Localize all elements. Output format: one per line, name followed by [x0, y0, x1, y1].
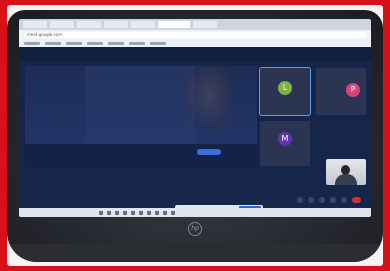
os-taskbar	[19, 208, 371, 217]
end-call-icon[interactable]	[352, 197, 361, 203]
participant-tile[interactable]: L	[260, 68, 310, 115]
participant-tile[interactable]: M	[260, 121, 310, 166]
word-icon[interactable]	[155, 210, 159, 215]
self-video-tile[interactable]	[326, 159, 366, 185]
start-icon[interactable]	[99, 210, 103, 215]
browser-tab-strip	[19, 19, 371, 30]
participant-tile[interactable]: P	[316, 68, 366, 115]
participant-avatar: M	[278, 132, 292, 146]
participant-avatar: L	[278, 81, 292, 95]
bookmark-item[interactable]	[108, 41, 124, 45]
bookmark-item[interactable]	[66, 41, 82, 45]
meeting-header	[19, 47, 371, 61]
mic-icon[interactable]	[297, 197, 303, 203]
laptop: meet.google.com L P M hp	[7, 10, 383, 262]
browser-tab[interactable]	[50, 21, 74, 28]
search-icon[interactable]	[107, 210, 111, 215]
laptop-screen: meet.google.com L P M	[19, 19, 371, 217]
screen-reflection	[179, 67, 239, 137]
url-input[interactable]: meet.google.com	[24, 31, 366, 38]
participant-avatar: P	[346, 83, 360, 97]
edge-icon[interactable]	[123, 210, 127, 215]
bookmark-item[interactable]	[45, 41, 61, 45]
camera-icon[interactable]	[308, 197, 314, 203]
explorer-icon[interactable]	[131, 210, 135, 215]
app-icon[interactable]	[171, 210, 175, 215]
more-icon[interactable]	[341, 197, 347, 203]
browser-tab[interactable]	[131, 21, 155, 28]
bookmark-item[interactable]	[87, 41, 103, 45]
teams-icon[interactable]	[163, 210, 167, 215]
browser-tab[interactable]	[104, 21, 128, 28]
person-shoulders	[335, 174, 357, 185]
info-banner	[25, 144, 257, 167]
banner-button[interactable]	[197, 149, 221, 155]
laptop-logo: hp	[188, 222, 202, 236]
browser-tab[interactable]	[77, 21, 101, 28]
store-icon[interactable]	[139, 210, 143, 215]
laptop-keyboard-deck	[7, 244, 383, 262]
browser-tab[interactable]	[23, 21, 47, 28]
bookmark-item[interactable]	[24, 41, 40, 45]
bookmark-item[interactable]	[129, 41, 145, 45]
captions-icon[interactable]	[319, 197, 325, 203]
address-bar: meet.google.com	[19, 30, 371, 39]
browser-tab-active[interactable]	[158, 21, 190, 28]
task-view-icon[interactable]	[115, 210, 119, 215]
bookmark-item[interactable]	[150, 41, 166, 45]
browser-tab[interactable]	[193, 21, 217, 28]
bookmarks-bar	[19, 39, 371, 47]
chrome-icon[interactable]	[147, 210, 151, 215]
present-icon[interactable]	[330, 197, 336, 203]
